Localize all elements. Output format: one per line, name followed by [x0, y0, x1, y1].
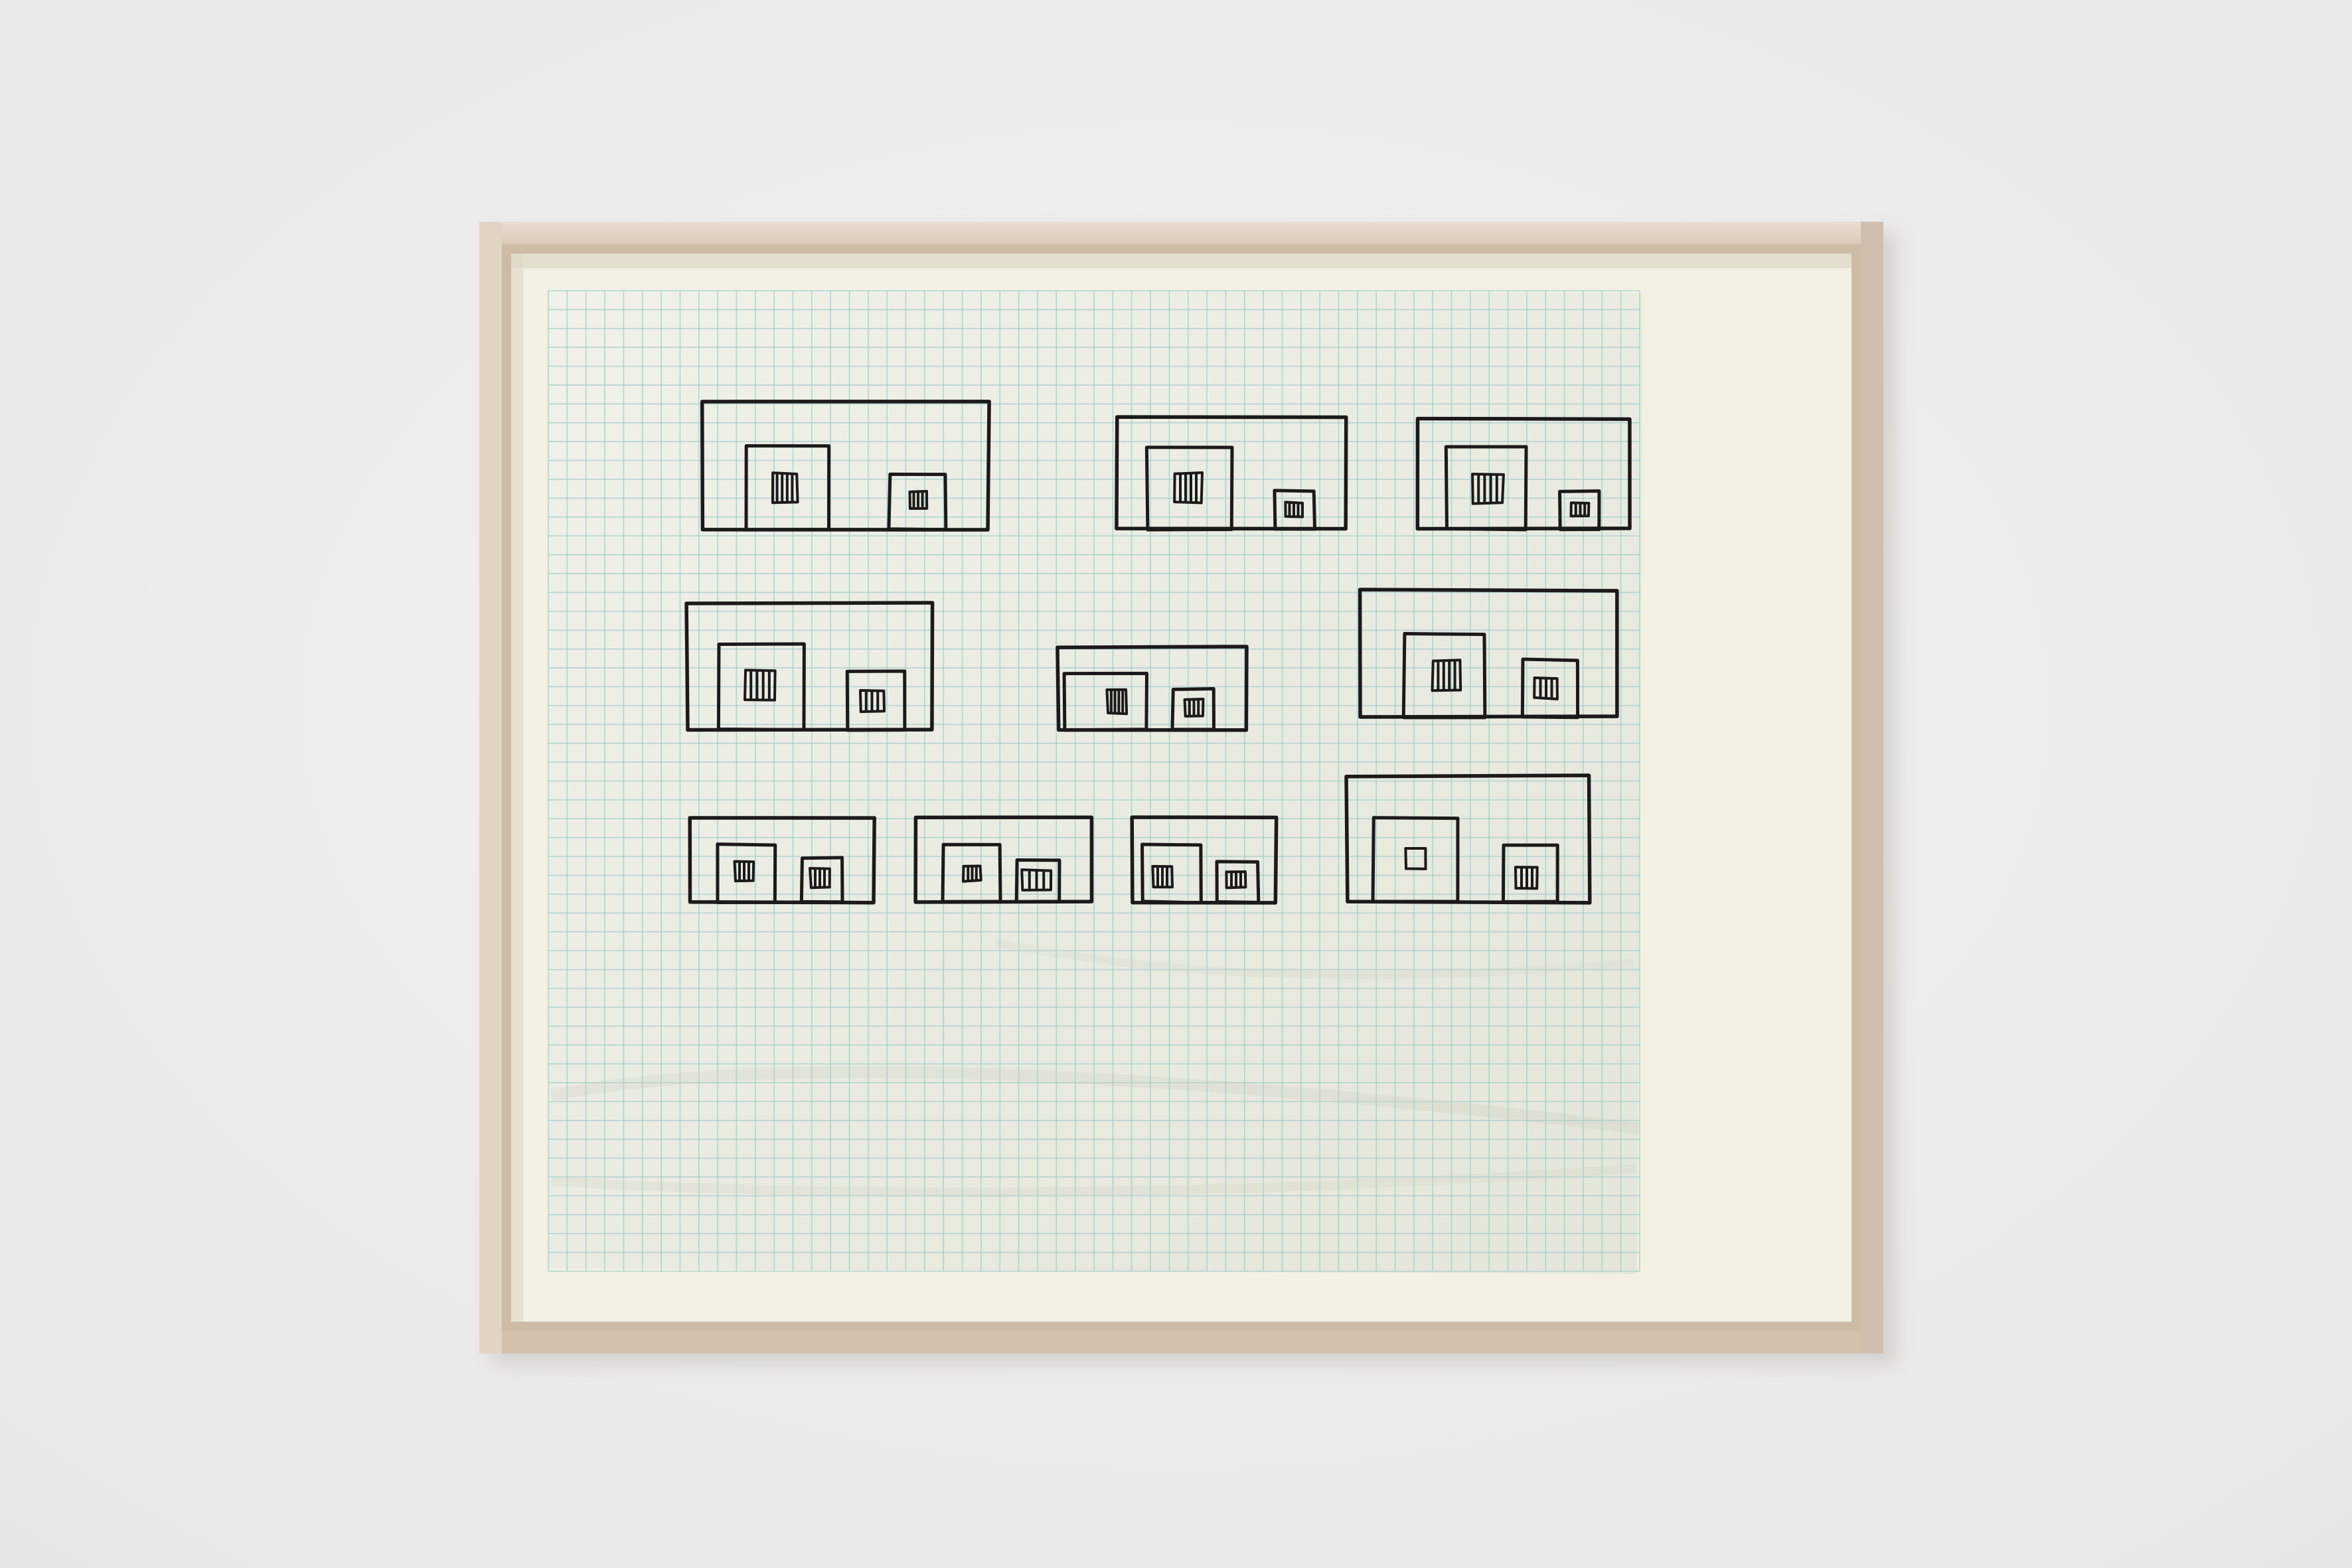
- framed-drawing-photo: [0, 0, 2352, 1568]
- mat-left-shadow: [511, 254, 523, 1322]
- mat-top-shadow: [511, 254, 1851, 268]
- frame-left-edge: [479, 222, 502, 1354]
- frame-right-edge: [1861, 222, 1883, 1354]
- photo-scene: [0, 0, 2352, 1568]
- frame-top-edge: [479, 222, 1883, 244]
- frame-bottom-edge: [479, 1331, 1883, 1354]
